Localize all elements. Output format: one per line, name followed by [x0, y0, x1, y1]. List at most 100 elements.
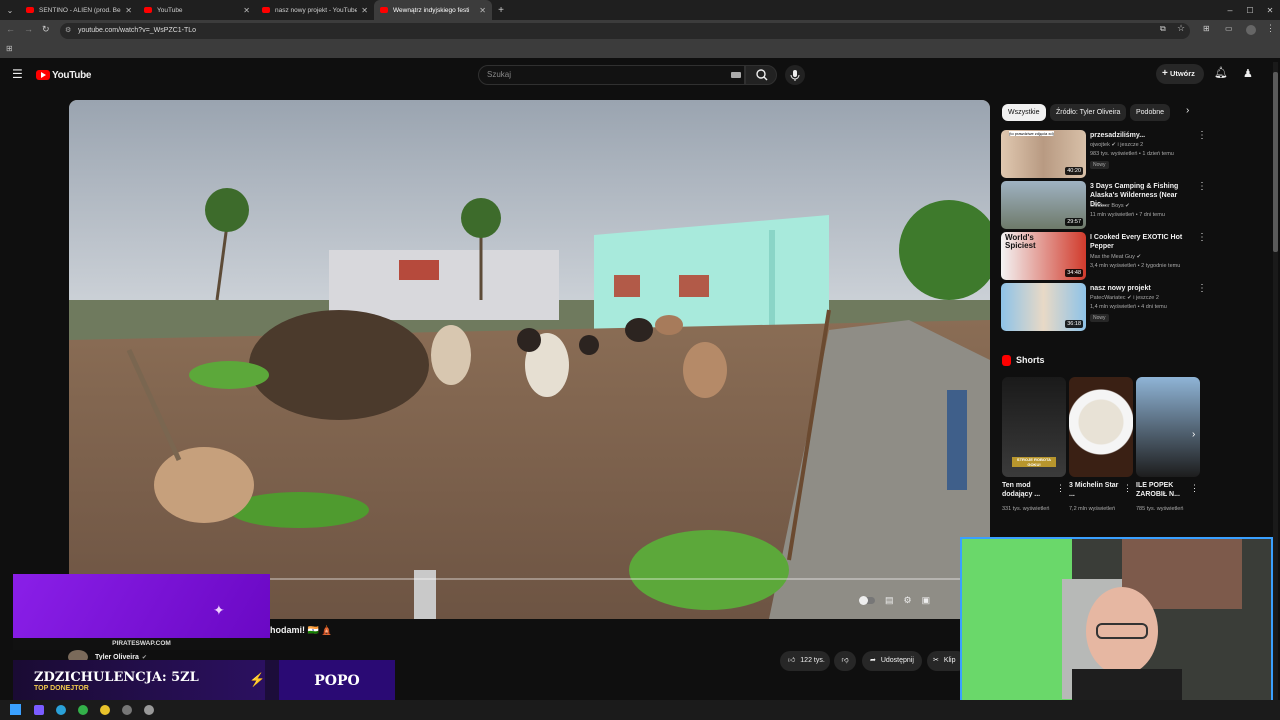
miniplayer-icon[interactable]: ▣ [922, 595, 931, 606]
short-thumbnail[interactable] [1069, 377, 1133, 477]
verified-icon: ✔ [1111, 142, 1117, 148]
channel-suffix: i jeszcze 2 [1117, 142, 1144, 148]
close-tab-icon[interactable]: ✕ [243, 6, 250, 15]
channel-name[interactable]: ojwojtek [1090, 142, 1110, 148]
channel-line: ojwojtek ✔ i jeszcze 2 [1090, 142, 1143, 148]
short-thumbnail[interactable]: STROJE ROBOTA GOKU! [1002, 377, 1066, 477]
recommended-video[interactable]: (to prawdziwe zdjęcia xd) 40:20 przesadz… [1001, 130, 1207, 178]
recommended-video[interactable]: 36:18 nasz nowy projekt PatecWariatec ✔ … [1001, 283, 1207, 331]
short-title[interactable]: ILE POPEK ZAROBIŁ N... [1136, 481, 1188, 499]
browser-tab-active[interactable]: Wewnątrz indyjskiego festi ✕ [374, 0, 492, 20]
more-actions-icon[interactable]: ⋮ [1056, 483, 1065, 494]
install-icon[interactable]: ⧉ [1160, 24, 1166, 34]
taskbar-app-icon[interactable] [100, 705, 110, 715]
chevron-right-icon[interactable]: › [1186, 105, 1189, 116]
sidebar-icon[interactable]: ▭ [1225, 24, 1233, 33]
close-tab-icon[interactable]: ✕ [361, 6, 368, 15]
donor-name: POPO [314, 673, 360, 689]
short-title[interactable]: Ten mod dodający ... [1002, 481, 1054, 499]
menu-kebab-icon[interactable]: ⋮ [1266, 23, 1275, 34]
recommended-video[interactable]: World's Spiciest 34:48 I Cooked Every EX… [1001, 232, 1207, 280]
taskbar-app-icon[interactable] [144, 705, 154, 715]
taskbar-app-icon[interactable] [56, 705, 66, 715]
close-window-icon[interactable]: ✕ [1260, 6, 1280, 15]
share-label: Udostępnij [880, 657, 914, 664]
share-arrow-icon: ➦ [870, 657, 876, 664]
reload-icon[interactable]: ↻ [42, 24, 50, 35]
close-tab-icon[interactable]: ✕ [125, 6, 132, 15]
chip-from-channel[interactable]: Źródło: Tyler Oliveira [1050, 104, 1127, 121]
more-actions-icon[interactable]: ⋮ [1190, 483, 1199, 494]
video-duration: 34:48 [1065, 269, 1083, 277]
back-icon[interactable]: ← [6, 24, 15, 34]
video-duration: 29:57 [1065, 218, 1083, 226]
browser-tab[interactable]: nasz nowy projekt - YouTube ✕ [256, 0, 374, 20]
share-button[interactable]: ➦ Udostępnij [862, 651, 922, 671]
notifications-bell-icon[interactable]: 🔔︎ [1214, 66, 1228, 79]
video-thumbnail[interactable]: 36:18 [1001, 283, 1086, 331]
site-info-icon[interactable]: ⚙ [65, 23, 71, 39]
keyboard-icon[interactable] [731, 72, 741, 78]
more-actions-icon[interactable]: ⋮ [1197, 130, 1207, 141]
channel-name[interactable]: PatecWariatec [1090, 295, 1126, 301]
autoplay-toggle[interactable] [859, 595, 875, 605]
search-input[interactable]: Szukaj [478, 65, 745, 85]
close-tab-icon[interactable]: ✕ [479, 6, 486, 15]
account-avatar[interactable]: ♟ [1243, 67, 1255, 81]
apps-grid-icon[interactable]: ⊞ [6, 44, 13, 53]
shorts-heading: Shorts [1002, 353, 1045, 367]
recommended-video[interactable]: 29:57 3 Days Camping & Fishing Alaska's … [1001, 181, 1207, 229]
donation-banner: ZDZICHULENCJA: 5ZL TOP DONEJTOR ⚡ POPO [13, 660, 395, 704]
taskbar-app-icon[interactable] [34, 705, 44, 715]
voice-search-button[interactable] [785, 65, 805, 85]
settings-gear-icon[interactable]: ⚙ [904, 595, 912, 606]
start-windows-icon[interactable] [10, 704, 21, 715]
short-title[interactable]: 3 Michelin Star ... [1069, 481, 1121, 499]
chevron-right-icon[interactable]: › [1192, 429, 1195, 440]
video-duration: 36:18 [1065, 320, 1083, 328]
new-badge: Nowy [1090, 314, 1109, 322]
short-thumbnail[interactable]: › [1136, 377, 1200, 477]
new-tab-button[interactable]: + [492, 5, 510, 16]
maximize-icon[interactable]: ☐ [1240, 6, 1260, 15]
channel-name[interactable]: Max the Meat Guy [1090, 254, 1135, 260]
dislike-button[interactable]: 👎︎ [834, 651, 856, 671]
page-scrollbar[interactable] [1273, 62, 1278, 702]
video-title[interactable]: nasz nowy projekt [1090, 284, 1195, 293]
video-thumbnail[interactable]: (to prawdziwe zdjęcia xd) 40:20 [1001, 130, 1086, 178]
scrollbar-thumb[interactable] [1273, 72, 1278, 252]
youtube-logo[interactable]: YouTube [36, 68, 92, 82]
video-thumbnail[interactable]: 29:57 [1001, 181, 1086, 229]
more-actions-icon[interactable]: ⋮ [1197, 232, 1207, 243]
channel-name[interactable]: Outdoor Boys [1090, 203, 1124, 209]
profile-avatar[interactable] [1246, 25, 1256, 35]
video-thumbnail[interactable]: World's Spiciest 34:48 [1001, 232, 1086, 280]
browser-tab[interactable]: SENTINO - ALIEN (prod. Beatho ✕ [20, 0, 138, 20]
url-field[interactable]: ⚙ youtube.com/watch?v=_WsPZC1-TLo [60, 23, 1190, 39]
like-button[interactable]: 👍︎ 122 tys. [780, 651, 830, 671]
hamburger-menu-icon[interactable]: ☰ [12, 67, 23, 81]
create-button[interactable]: + Utwórz [1156, 64, 1204, 84]
search-button[interactable] [745, 65, 777, 85]
taskbar-app-icon[interactable] [122, 705, 132, 715]
tab-title: nasz nowy projekt - YouTube [275, 6, 358, 14]
extensions-icon[interactable]: ⊞ [1203, 24, 1210, 33]
minimize-icon[interactable]: – [1220, 5, 1240, 15]
taskbar-app-icon[interactable] [78, 705, 88, 715]
more-actions-icon[interactable]: ⋮ [1197, 181, 1207, 192]
video-title[interactable]: I Cooked Every EXOTIC Hot Pepper [1090, 233, 1195, 251]
video-player[interactable]: ▤ ⚙ ▣ [69, 100, 990, 619]
browser-tab[interactable]: YouTube ✕ [138, 0, 256, 20]
bookmark-star-icon[interactable]: ☆ [1177, 23, 1185, 34]
more-actions-icon[interactable]: ⋮ [1123, 483, 1132, 494]
more-actions-icon[interactable]: ⋮ [1197, 283, 1207, 294]
chip-related[interactable]: Podobne [1130, 104, 1171, 121]
chip-all[interactable]: Wszystkie [1002, 104, 1046, 121]
tab-search-icon[interactable]: ⌄ [0, 6, 20, 15]
short-caption: STROJE ROBOTA GOKU! [1012, 457, 1056, 467]
chip-label: Wszystkie [1008, 109, 1040, 116]
forward-icon[interactable]: → [24, 24, 33, 34]
video-title[interactable]: przesadziliśmy... [1090, 131, 1195, 140]
sparkle-icon: ⚡ [249, 672, 266, 687]
subtitles-icon[interactable]: ▤ [885, 595, 894, 606]
